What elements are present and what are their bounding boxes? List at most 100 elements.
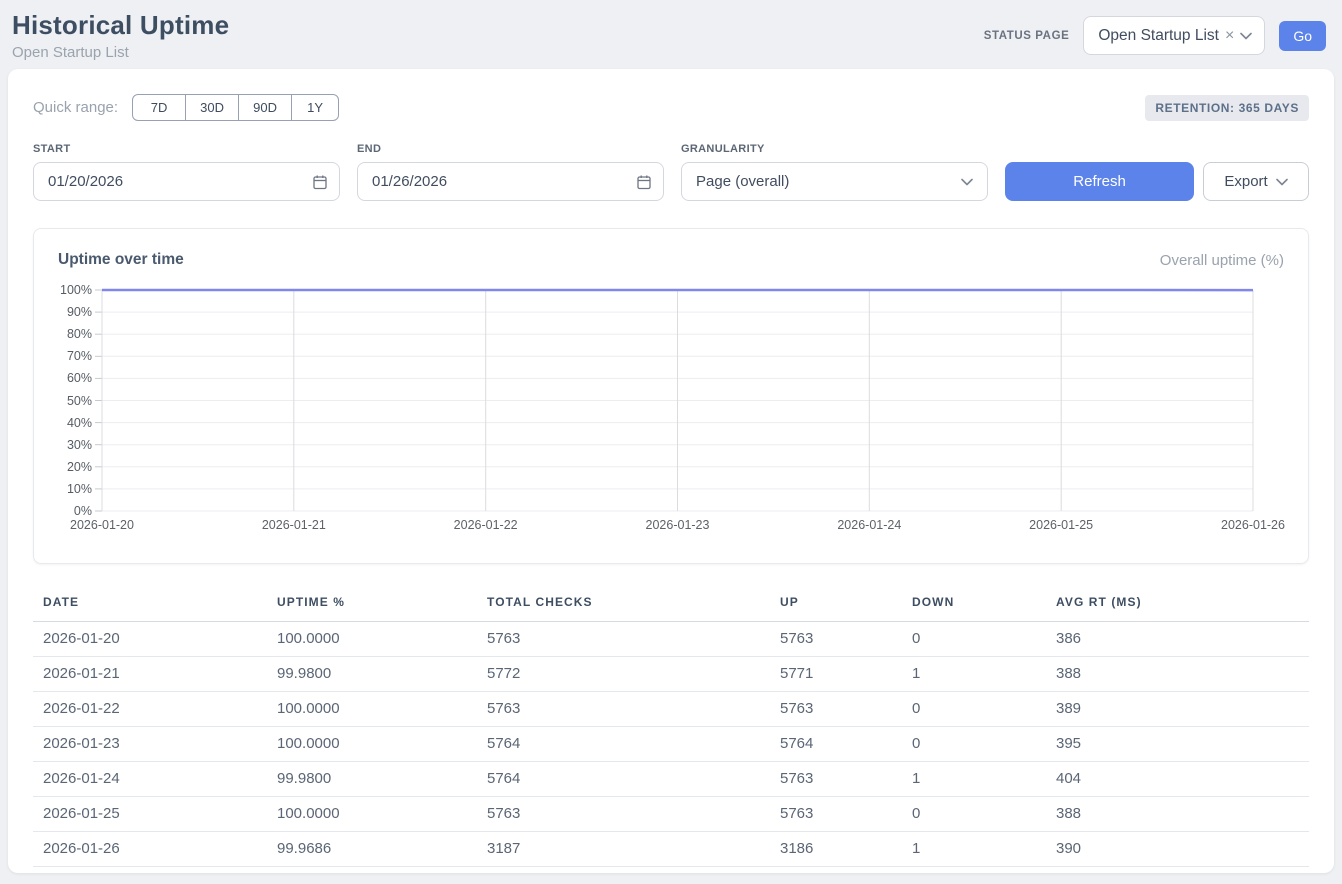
- table-cell: 99.9800: [277, 762, 487, 797]
- go-button[interactable]: Go: [1279, 21, 1326, 51]
- table-cell: 1: [912, 762, 1056, 797]
- start-date-input[interactable]: [33, 162, 340, 201]
- end-date-input[interactable]: [357, 162, 664, 201]
- table-cell: 5771: [780, 657, 912, 692]
- table-cell: 5763: [487, 622, 780, 657]
- status-page-select[interactable]: Open Startup List ×: [1083, 16, 1265, 55]
- y-tick-label: 30%: [67, 438, 92, 452]
- table-header-row: DATEUPTIME %TOTAL CHECKSUPDOWNAVG RT (MS…: [33, 589, 1309, 622]
- x-tick-label: 2026-01-20: [70, 518, 134, 532]
- table-row: 2026-01-20100.0000576357630386: [33, 622, 1309, 657]
- table-cell: 5764: [487, 762, 780, 797]
- start-date-label: START: [33, 143, 340, 155]
- granularity-field: GRANULARITY Page (overall): [681, 143, 988, 201]
- y-tick-label: 20%: [67, 460, 92, 474]
- export-button-label: Export: [1224, 173, 1267, 190]
- table-cell: 1: [912, 832, 1056, 867]
- table-cell: 2026-01-21: [33, 657, 277, 692]
- table-row: 2026-01-22100.0000576357630389: [33, 692, 1309, 727]
- main-card: Quick range: 7D30D90D1Y RETENTION: 365 D…: [8, 69, 1334, 873]
- table-cell: 5764: [780, 727, 912, 762]
- table-cell: 395: [1056, 727, 1309, 762]
- quick-range-30d[interactable]: 30D: [185, 94, 239, 121]
- table-cell: 0: [912, 692, 1056, 727]
- table-row: 2026-01-2699.9686318731861390: [33, 832, 1309, 867]
- table-cell: 5763: [780, 762, 912, 797]
- y-tick-label: 80%: [67, 327, 92, 341]
- retention-badge: RETENTION: 365 DAYS: [1145, 95, 1309, 121]
- table-cell: 100.0000: [277, 727, 487, 762]
- refresh-button[interactable]: Refresh: [1005, 162, 1194, 201]
- clear-icon[interactable]: ×: [1225, 28, 1234, 44]
- table-cell: 0: [912, 797, 1056, 832]
- header-controls: STATUS PAGE Open Startup List × Go: [984, 16, 1326, 55]
- quick-range-group: 7D30D90D1Y: [132, 94, 339, 121]
- quick-range-label: Quick range:: [33, 99, 118, 116]
- chart-title: Uptime over time: [58, 251, 184, 269]
- uptime-line-chart: [102, 290, 1253, 511]
- x-tick-label: 2026-01-22: [454, 518, 518, 532]
- y-tick-label: 40%: [67, 416, 92, 430]
- granularity-label: GRANULARITY: [681, 143, 988, 155]
- y-tick-label: 10%: [67, 482, 92, 496]
- table-cell: 2026-01-26: [33, 832, 277, 867]
- end-date-label: END: [357, 143, 664, 155]
- status-page-label: STATUS PAGE: [984, 30, 1070, 42]
- table-row: 2026-01-2499.9800576457631404: [33, 762, 1309, 797]
- y-tick-label: 90%: [67, 305, 92, 319]
- y-tick-label: 60%: [67, 371, 92, 385]
- table-cell: 5772: [487, 657, 780, 692]
- column-header: DOWN: [912, 589, 1056, 622]
- table-cell: 390: [1056, 832, 1309, 867]
- table-cell: 388: [1056, 657, 1309, 692]
- table-cell: 1: [912, 657, 1056, 692]
- table-cell: 2026-01-23: [33, 727, 277, 762]
- title-block: Historical Uptime Open Startup List: [12, 10, 229, 61]
- chevron-down-icon: [1276, 178, 1288, 186]
- y-tick-label: 100%: [60, 283, 92, 297]
- table-cell: 2026-01-24: [33, 762, 277, 797]
- table-cell: 100.0000: [277, 692, 487, 727]
- chevron-down-icon: [961, 178, 973, 186]
- granularity-selected-value: Page (overall): [696, 173, 789, 190]
- page-title: Historical Uptime: [12, 10, 229, 41]
- top-header: Historical Uptime Open Startup List STAT…: [0, 0, 1342, 69]
- x-tick-label: 2026-01-21: [262, 518, 326, 532]
- column-header: TOTAL CHECKS: [487, 589, 780, 622]
- table-cell: 2026-01-20: [33, 622, 277, 657]
- x-tick-label: 2026-01-25: [1029, 518, 1093, 532]
- table-cell: 5763: [780, 692, 912, 727]
- column-header: AVG RT (MS): [1056, 589, 1309, 622]
- table-cell: 5763: [780, 622, 912, 657]
- table-cell: 389: [1056, 692, 1309, 727]
- quick-range-1y[interactable]: 1Y: [291, 94, 339, 121]
- calendar-icon[interactable]: [636, 174, 652, 190]
- status-page-selected-value: Open Startup List: [1098, 27, 1219, 45]
- quick-range-90d[interactable]: 90D: [238, 94, 292, 121]
- table-cell: 99.9686: [277, 832, 487, 867]
- export-button[interactable]: Export: [1203, 162, 1309, 201]
- table-row: 2026-01-25100.0000576357630388: [33, 797, 1309, 832]
- table-cell: 5763: [487, 692, 780, 727]
- table-cell: 5763: [780, 797, 912, 832]
- calendar-icon[interactable]: [312, 174, 328, 190]
- x-tick-label: 2026-01-26: [1221, 518, 1285, 532]
- quick-range-7d[interactable]: 7D: [132, 94, 186, 121]
- plot-area: 2026-01-202026-01-212026-01-222026-01-23…: [102, 290, 1253, 511]
- chevron-down-icon: [1240, 32, 1252, 40]
- filter-form-row: START END: [33, 143, 1309, 201]
- chart-body: 100%90%80%70%60%50%40%30%20%10%0% 2026-0…: [58, 290, 1284, 511]
- granularity-select[interactable]: Page (overall): [681, 162, 988, 201]
- table-cell: 386: [1056, 622, 1309, 657]
- column-header: UPTIME %: [277, 589, 487, 622]
- x-tick-label: 2026-01-24: [837, 518, 901, 532]
- chart-legend: Overall uptime (%): [1160, 252, 1284, 269]
- column-header: DATE: [33, 589, 277, 622]
- table-cell: 0: [912, 727, 1056, 762]
- table-cell: 100.0000: [277, 622, 487, 657]
- table-cell: 0: [912, 622, 1056, 657]
- y-tick-label: 70%: [67, 349, 92, 363]
- table-row: 2026-01-23100.0000576457640395: [33, 727, 1309, 762]
- table-cell: 388: [1056, 797, 1309, 832]
- table-cell: 5763: [487, 797, 780, 832]
